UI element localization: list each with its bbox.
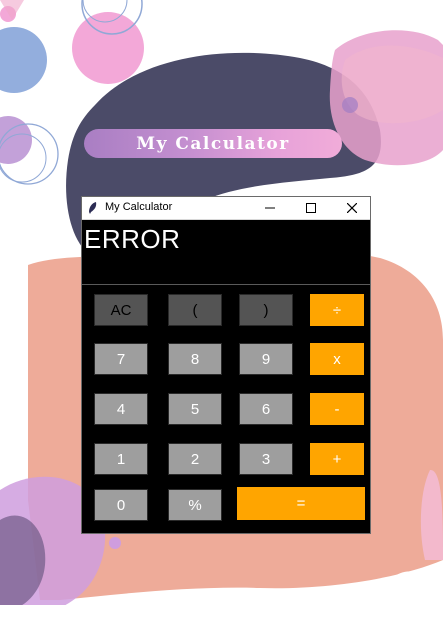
divide-button[interactable]: ÷ (310, 294, 364, 326)
result-display: ERROR (82, 220, 370, 285)
eight-button[interactable]: 8 (168, 343, 222, 375)
title-bar[interactable]: My Calculator (82, 197, 370, 220)
close-button[interactable] (334, 197, 370, 219)
multiply-button[interactable]: x (310, 343, 364, 375)
seven-button[interactable]: 7 (94, 343, 148, 375)
calculator-window: My Calculator ERROR AC ( ) ÷ 7 8 9 x 4 5… (82, 197, 370, 533)
close-paren-button[interactable]: ) (239, 294, 293, 326)
maximize-icon (306, 203, 316, 213)
three-button[interactable]: 3 (239, 443, 293, 475)
plus-button[interactable]: + (310, 443, 364, 475)
equals-button[interactable]: = (237, 487, 365, 520)
six-button[interactable]: 6 (239, 393, 293, 425)
two-button[interactable]: 2 (168, 443, 222, 475)
zero-button[interactable]: 0 (94, 489, 148, 521)
minimize-button[interactable] (252, 197, 288, 219)
banner-title: My Calculator (136, 133, 290, 154)
close-icon (347, 203, 357, 213)
four-button[interactable]: 4 (94, 393, 148, 425)
percent-button[interactable]: % (168, 489, 222, 521)
ac-button[interactable]: AC (94, 294, 148, 326)
window-title: My Calculator (105, 201, 173, 213)
minimize-icon (265, 207, 275, 209)
nine-button[interactable]: 9 (239, 343, 293, 375)
minus-button[interactable]: - (310, 393, 364, 425)
feather-icon (89, 202, 97, 214)
open-paren-button[interactable]: ( (168, 294, 222, 326)
five-button[interactable]: 5 (168, 393, 222, 425)
one-button[interactable]: 1 (94, 443, 148, 475)
maximize-button[interactable] (293, 197, 329, 219)
app-banner: My Calculator (84, 129, 342, 158)
display-value: ERROR (84, 224, 181, 254)
